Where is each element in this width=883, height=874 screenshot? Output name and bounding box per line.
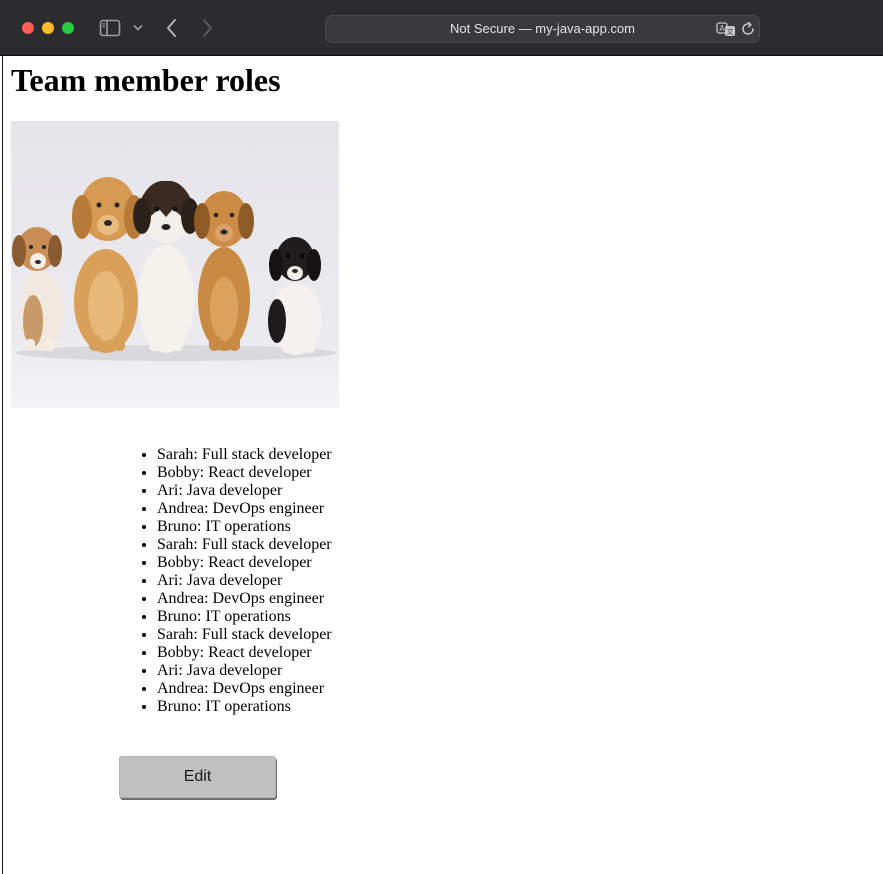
- list-item: Sarah: Full stack developer: [157, 446, 332, 464]
- list-item: Sarah: Full stack developer: [157, 536, 332, 554]
- back-arrow-icon[interactable]: [162, 16, 182, 40]
- list-item: Bruno: IT operations: [157, 608, 332, 626]
- zoom-window-button[interactable]: [62, 22, 74, 34]
- list-item: Ari: Java developer: [157, 572, 332, 590]
- list-item: Bruno: IT operations: [157, 698, 332, 716]
- edit-button[interactable]: Edit: [119, 756, 276, 798]
- sidebar-icon[interactable]: [98, 16, 122, 40]
- reload-icon[interactable]: [740, 21, 756, 41]
- puppy-4: [194, 191, 254, 351]
- list-item: Bobby: React developer: [157, 464, 332, 482]
- browser-toolbar: Not Secure — my-java-app.com A 文: [0, 0, 883, 56]
- page-content: Team member roles • Sarah: Full stack de…: [2, 56, 883, 874]
- forward-arrow-icon[interactable]: [197, 16, 217, 40]
- list-item: Bobby: React developer: [157, 644, 332, 662]
- list-item: Andrea: DevOps engineer: [157, 680, 332, 698]
- address-bar[interactable]: Not Secure — my-java-app.com A 文: [325, 15, 760, 43]
- page-title: Team member roles: [11, 62, 281, 98]
- minimize-window-button[interactable]: [42, 22, 54, 34]
- list-item: Ari: Java developer: [157, 482, 332, 500]
- close-window-button[interactable]: [22, 22, 34, 34]
- svg-text:A: A: [719, 24, 725, 33]
- list-item: Andrea: DevOps engineer: [157, 500, 332, 518]
- translate-icon[interactable]: A 文: [716, 21, 736, 41]
- address-text: Not Secure — my-java-app.com: [450, 21, 635, 36]
- puppy-5: [268, 237, 322, 355]
- list-item: Ari: Java developer: [157, 662, 332, 680]
- list-item: Bobby: React developer: [157, 554, 332, 572]
- puppies-image: [11, 121, 339, 408]
- team-roles-list: Sarah: Full stack developer Bobby: React…: [118, 446, 332, 716]
- svg-text:文: 文: [727, 27, 734, 36]
- list-item: Bruno: IT operations: [157, 518, 332, 536]
- chevron-down-icon[interactable]: [131, 16, 145, 40]
- list-item: Sarah: Full stack developer: [157, 626, 332, 644]
- list-item: Andrea: DevOps engineer: [157, 590, 332, 608]
